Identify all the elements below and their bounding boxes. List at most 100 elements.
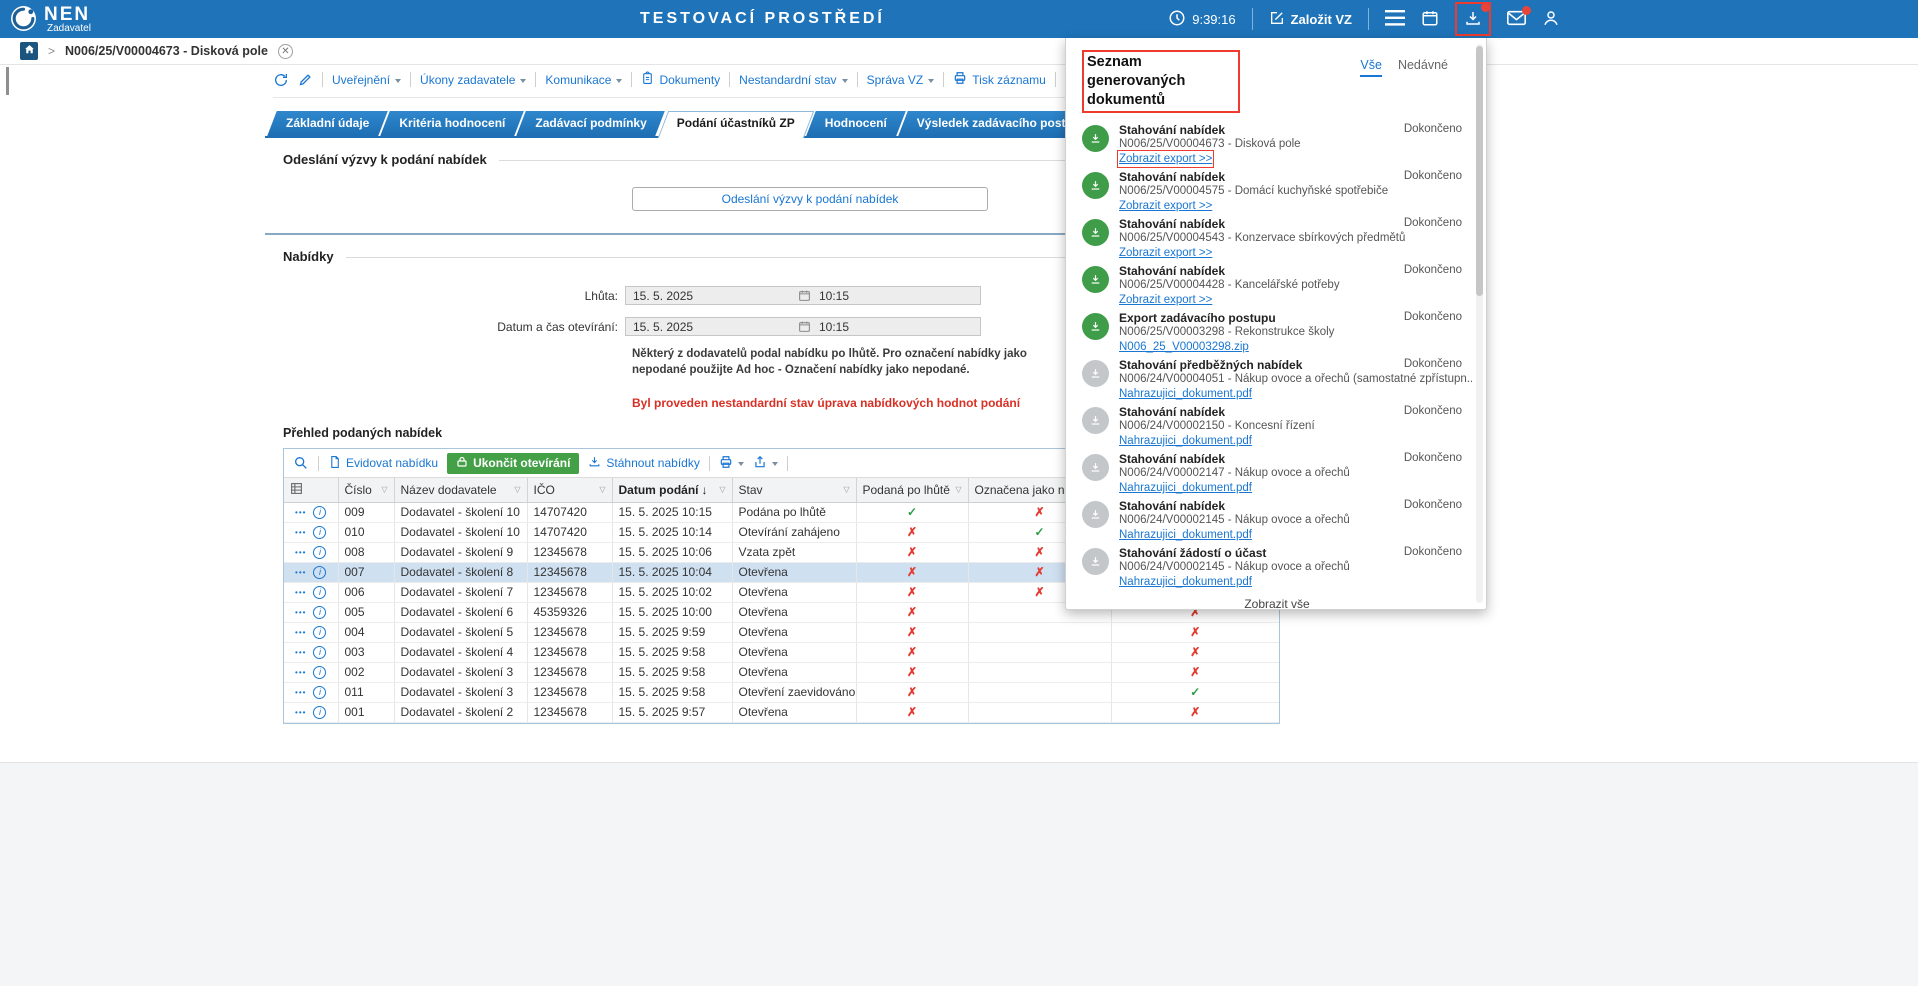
row-menu-icon[interactable]: ••• <box>295 588 306 597</box>
doc-link[interactable]: Zobrazit export >> <box>1119 152 1212 166</box>
header-stav[interactable]: Stav▽ <box>732 478 856 502</box>
menu-ukony-zadavatele[interactable]: Úkony zadavatele <box>420 73 526 87</box>
row-menu-icon[interactable]: ••• <box>295 548 306 557</box>
generated-doc-item[interactable]: Stahování nabídek Dokončeno N006/24/V000… <box>1082 452 1472 495</box>
doc-link[interactable]: Nahrazujici_dokument.pdf <box>1119 434 1252 448</box>
tab-zadavaci-podminky[interactable]: Zadávací podmínky <box>520 111 661 136</box>
table-row[interactable]: ••• i 011 Dodavatel - školení 3 12345678… <box>284 682 1279 702</box>
row-info-icon[interactable]: i <box>313 506 326 519</box>
row-menu-icon[interactable]: ••• <box>295 688 306 697</box>
register-offer-button[interactable]: Evidovat nabídku <box>328 455 438 472</box>
row-menu-icon[interactable]: ••• <box>295 668 306 677</box>
generated-doc-item[interactable]: Stahování nabídek Dokončeno N006/25/V000… <box>1082 170 1472 213</box>
filter-icon[interactable]: ▽ <box>381 485 387 494</box>
menu-nestandardni-stav[interactable]: Nestandardní stav <box>739 73 847 87</box>
create-vz-button[interactable]: Založit VZ <box>1269 10 1352 29</box>
send-call-button[interactable]: Odeslání výzvy k podání nabídek <box>632 187 988 211</box>
row-info-icon[interactable]: i <box>313 586 326 599</box>
row-menu-icon[interactable]: ••• <box>295 568 306 577</box>
generated-doc-item[interactable]: Stahování nabídek Dokončeno N006/25/V000… <box>1082 264 1472 307</box>
generated-doc-item[interactable]: Stahování nabídek Dokončeno N006/24/V000… <box>1082 405 1472 448</box>
header-podana-po-lhute[interactable]: Podaná po lhůtě▽ <box>856 478 968 502</box>
tab-kriteria-hodnoceni[interactable]: Kritéria hodnocení <box>384 111 520 136</box>
filter-icon[interactable]: ▽ <box>843 485 849 494</box>
tab-nedavne[interactable]: Nedávné <box>1398 58 1448 77</box>
table-row[interactable]: ••• i 003 Dodavatel - školení 4 12345678… <box>284 642 1279 662</box>
doc-link[interactable]: Zobrazit export >> <box>1119 293 1212 307</box>
doc-link[interactable]: Nahrazujici_dokument.pdf <box>1119 481 1252 495</box>
row-menu-icon[interactable]: ••• <box>295 708 306 717</box>
menu-komunikace[interactable]: Komunikace <box>545 73 622 87</box>
generated-doc-item[interactable]: Stahování nabídek Dokončeno N006/25/V000… <box>1082 123 1472 166</box>
row-menu-icon[interactable]: ••• <box>295 628 306 637</box>
menu-uverejneni[interactable]: Uveřejnění <box>332 73 401 87</box>
tab-zakladni-udaje[interactable]: Základní údaje <box>271 111 384 136</box>
calendar-button[interactable] <box>1421 9 1439 30</box>
print-grid-button[interactable] <box>719 455 744 472</box>
generated-documents-button[interactable] <box>1455 2 1491 36</box>
row-menu-icon[interactable]: ••• <box>295 648 306 657</box>
tab-hodnoceni[interactable]: Hodnocení <box>810 111 902 136</box>
row-menu-icon[interactable]: ••• <box>295 528 306 537</box>
header-cislo[interactable]: Číslo▽ <box>338 478 394 502</box>
table-row[interactable]: ••• i 002 Dodavatel - školení 3 12345678… <box>284 662 1279 682</box>
home-button[interactable] <box>20 42 38 60</box>
doc-link[interactable]: Nahrazujici_dokument.pdf <box>1119 575 1252 589</box>
menu-tisk-zaznamu[interactable]: Tisk záznamu <box>953 71 1046 88</box>
generated-doc-item[interactable]: Stahování žádostí o účast Dokončeno N006… <box>1082 546 1472 589</box>
doc-link[interactable]: Nahrazujici_dokument.pdf <box>1119 528 1252 542</box>
row-info-icon[interactable]: i <box>313 526 326 539</box>
export-grid-button[interactable] <box>753 455 778 472</box>
generated-doc-item[interactable]: Stahování nabídek Dokončeno N006/24/V000… <box>1082 499 1472 542</box>
show-all-link[interactable]: Zobrazit vše <box>1082 597 1472 611</box>
edit-icon[interactable] <box>298 72 313 87</box>
row-info-icon[interactable]: i <box>313 646 326 659</box>
doc-link[interactable]: Zobrazit export >> <box>1119 199 1212 213</box>
header-ico[interactable]: IČO▽ <box>527 478 612 502</box>
panel-scrollbar[interactable] <box>1476 44 1483 603</box>
column-settings-icon[interactable] <box>290 484 303 498</box>
download-offers-button[interactable]: Stáhnout nabídky <box>588 455 699 471</box>
filter-icon[interactable]: ▽ <box>599 485 605 494</box>
table-row[interactable]: ••• i 004 Dodavatel - školení 5 12345678… <box>284 622 1279 642</box>
cell-cislo: 001 <box>338 702 394 722</box>
row-info-icon[interactable]: i <box>313 626 326 639</box>
menu-sprava-vz[interactable]: Správa VZ <box>867 73 935 87</box>
row-info-icon[interactable]: i <box>313 606 326 619</box>
tab-vse[interactable]: Vše <box>1360 58 1382 77</box>
doc-link[interactable]: N006_25_V00003298.zip <box>1119 340 1249 354</box>
header-actions[interactable] <box>284 478 338 502</box>
row-info-icon[interactable]: i <box>313 566 326 579</box>
left-panel-handle[interactable] <box>6 67 9 95</box>
header-nazev-dodavatele[interactable]: Název dodavatele▽ <box>394 478 527 502</box>
filter-icon[interactable]: ▽ <box>955 485 961 494</box>
nen-logo[interactable]: NEN Zadavatel <box>10 5 91 35</box>
main-menu-button[interactable] <box>1385 10 1405 29</box>
messages-button[interactable] <box>1507 10 1526 29</box>
header-datum-podani[interactable]: Datum podání↓▽ <box>612 478 732 502</box>
row-menu-icon[interactable]: ••• <box>295 608 306 617</box>
search-icon[interactable] <box>293 455 309 471</box>
row-info-icon[interactable]: i <box>313 706 326 719</box>
refresh-icon[interactable] <box>273 72 289 88</box>
scrollbar-thumb[interactable] <box>1476 46 1483 296</box>
tab-podani-ucastniku[interactable]: Podání účastníků ZP <box>662 111 810 136</box>
filter-icon[interactable]: ▽ <box>719 485 725 494</box>
generated-doc-item[interactable]: Stahování nabídek Dokončeno N006/25/V000… <box>1082 217 1472 260</box>
row-menu-icon[interactable]: ••• <box>295 508 306 517</box>
doc-link[interactable]: Nahrazujici_dokument.pdf <box>1119 387 1252 401</box>
user-profile-button[interactable] <box>1542 9 1560 30</box>
menu-dokumenty[interactable]: Dokumenty <box>641 71 720 88</box>
generated-doc-item[interactable]: Export zadávacího postupu Dokončeno N006… <box>1082 311 1472 354</box>
close-record-icon[interactable]: ✕ <box>278 44 293 59</box>
row-info-icon[interactable]: i <box>313 546 326 559</box>
breadcrumb-record[interactable]: N006/25/V00004673 - Disková pole <box>65 44 268 58</box>
filter-icon[interactable]: ▽ <box>514 485 520 494</box>
row-info-icon[interactable]: i <box>313 686 326 699</box>
generated-doc-item[interactable]: Stahování předběžných nabídek Dokončeno … <box>1082 358 1472 401</box>
table-row[interactable]: ••• i 001 Dodavatel - školení 2 12345678… <box>284 702 1279 722</box>
doc-link[interactable]: Zobrazit export >> <box>1119 246 1212 260</box>
finish-opening-button[interactable]: Ukončit otevírání <box>447 453 579 474</box>
environment-title: TESTOVACÍ PROSTŘEDÍ <box>640 10 885 28</box>
row-info-icon[interactable]: i <box>313 666 326 679</box>
